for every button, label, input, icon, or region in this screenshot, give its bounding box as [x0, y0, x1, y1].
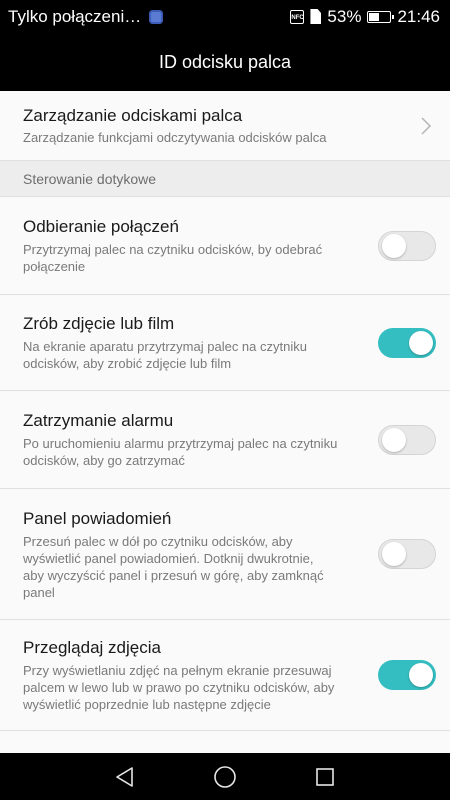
status-left: Tylko połączeni…	[8, 7, 290, 27]
page-title: ID odcisku palca	[158, 51, 292, 72]
manage-fingerprints-subtitle: Zarządzanie funkcjami odczytywania odcis…	[23, 130, 327, 145]
toggle-knob	[409, 330, 433, 355]
settings-content[interactable]: Zarządzanie odciskami palca Zarządzanie …	[0, 91, 450, 753]
setting-subtitle-line: Przesuń palec w dół po czytniku odcisków…	[23, 533, 293, 549]
setting-text: Zatrzymanie alarmu Po uruchomieniu alarm…	[23, 410, 378, 469]
section-header-label: Sterowanie dotykowe	[23, 170, 157, 187]
setting-subtitle-line: Na ekranie aparatu przytrzymaj palec na …	[23, 339, 307, 354]
battery-percent: 53%	[327, 6, 362, 26]
setting-title: Przeglądaj zdjęcia	[23, 638, 161, 657]
browse-photos-toggle[interactable]	[378, 660, 436, 690]
setting-subtitle-line: panel	[23, 584, 55, 600]
back-triangle-icon	[116, 766, 133, 787]
manage-fingerprints-title: Zarządzanie odciskami palca	[23, 106, 243, 125]
setting-subtitle: Na ekranie aparatu przytrzymaj palec na …	[23, 338, 366, 372]
setting-subtitle: Przytrzymaj palec na czytniku odcisków, …	[23, 241, 366, 275]
setting-stop-alarm[interactable]: Zatrzymanie alarmu Po uruchomieniu alarm…	[0, 391, 450, 489]
setting-subtitle-line: Przytrzymaj palec na czytniku odcisków, …	[23, 242, 323, 257]
toggle-knob	[382, 542, 406, 566]
nfc-icon: NFC	[290, 9, 305, 24]
setting-text: Odbieranie połączeń Przytrzymaj palec na…	[23, 216, 378, 275]
battery-fill	[369, 12, 380, 21]
setting-title: Odbieranie połączeń	[23, 217, 179, 236]
setting-browse-photos[interactable]: Przeglądaj zdjęcia Przy wyświetlaniu zdj…	[0, 620, 450, 731]
setting-title: Zatrzymanie alarmu	[23, 411, 174, 430]
recents-button[interactable]	[311, 763, 339, 791]
back-button[interactable]	[111, 763, 139, 791]
sim-icon	[310, 9, 322, 24]
app-bar: ID odcisku palca	[0, 33, 450, 91]
answer-calls-toggle[interactable]	[378, 230, 436, 261]
section-header-touch-control: Sterowanie dotykowe	[0, 161, 450, 197]
setting-subtitle-line: odcisków, aby go zatrzymać	[23, 453, 185, 468]
take-photo-toggle[interactable]	[378, 327, 436, 358]
setting-take-photo[interactable]: Zrób zdjęcie lub film Na ekranie aparatu…	[0, 295, 450, 391]
navigation-bar	[0, 753, 450, 800]
setting-text: Panel powiadomień Przesuń palec w dół po…	[23, 508, 378, 601]
manage-fingerprints-text: Zarządzanie odciskami palca Zarządzanie …	[23, 105, 420, 146]
toggle-knob	[382, 233, 406, 258]
status-right: NFC 53% 21:46	[290, 7, 440, 27]
setting-title: Zrób zdjęcie lub film	[23, 314, 175, 333]
home-circle-icon	[214, 765, 236, 788]
recents-square-icon	[316, 767, 334, 786]
setting-subtitle-line: wyświetlić panel powiadomień. Dotknij dw…	[23, 550, 314, 566]
setting-subtitle: Przy wyświetlaniu zdjęć na pełnym ekrani…	[23, 662, 366, 713]
setting-text: Zrób zdjęcie lub film Na ekranie aparatu…	[23, 313, 378, 372]
setting-title: Panel powiadomień	[23, 508, 172, 528]
setting-subtitle-line: palcem w lewo lub w prawo po czytniku od…	[23, 680, 335, 695]
carrier-label: Tylko połączeni…	[8, 6, 142, 26]
clock: 21:46	[397, 6, 440, 26]
stop-alarm-toggle[interactable]	[378, 424, 436, 455]
home-button[interactable]	[211, 763, 239, 791]
setting-subtitle-line: wyświetlić poprzednie lub następne zdjęc…	[23, 697, 271, 712]
setting-subtitle-line: aby wyczyścić panel i przesuń w górę, ab…	[23, 567, 324, 583]
toggle-knob	[409, 663, 433, 687]
setting-subtitle-line: połączenie	[23, 259, 86, 274]
setting-subtitle: Przesuń palec w dół po czytniku odcisków…	[23, 533, 366, 601]
setting-answer-calls[interactable]: Odbieranie połączeń Przytrzymaj palec na…	[0, 197, 450, 295]
setting-subtitle-line: Przy wyświetlaniu zdjęć na pełnym ekrani…	[23, 663, 332, 678]
chevron-right-icon	[421, 116, 432, 135]
setting-subtitle-line: Po uruchomieniu alarmu przytrzymaj palec…	[23, 436, 338, 451]
status-bar: Tylko połączeni… NFC 53% 21:46	[0, 0, 450, 33]
notification-panel-toggle[interactable]	[378, 539, 436, 569]
toggle-knob	[382, 427, 406, 452]
setting-subtitle: Po uruchomieniu alarmu przytrzymaj palec…	[23, 435, 366, 469]
manage-fingerprints-item[interactable]: Zarządzanie odciskami palca Zarządzanie …	[0, 91, 450, 161]
battery-icon	[367, 10, 395, 23]
setting-text: Przeglądaj zdjęcia Przy wyświetlaniu zdj…	[23, 637, 378, 713]
setting-notification-panel[interactable]: Panel powiadomień Przesuń palec w dół po…	[0, 489, 450, 620]
setting-subtitle-line: odcisków, aby zrobić zdjęcie lub film	[23, 356, 232, 371]
app-badge-icon	[149, 9, 164, 24]
